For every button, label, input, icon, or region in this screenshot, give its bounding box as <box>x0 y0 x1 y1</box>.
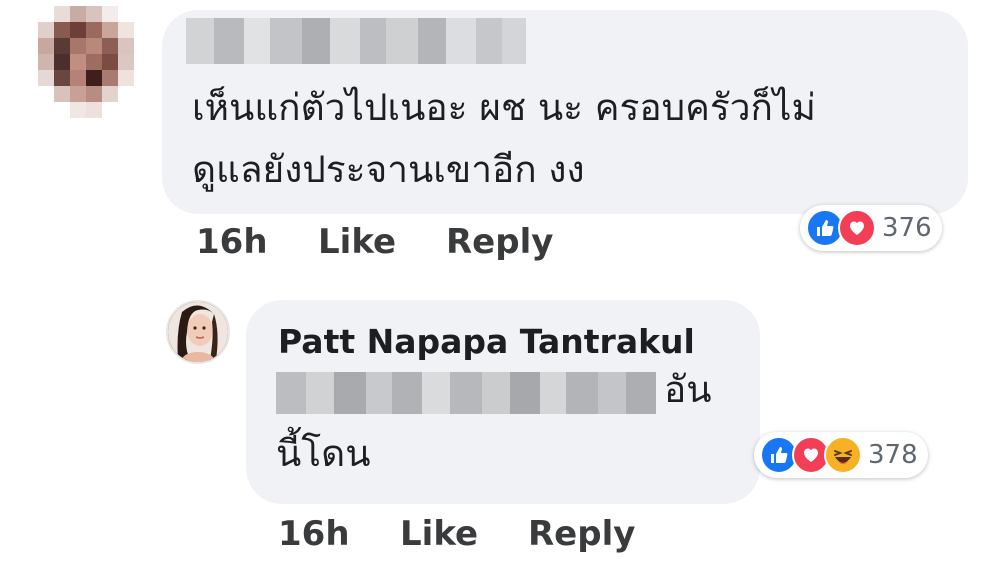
comment-text-line: เห็นแก่ตัวไปเนอะ ผช นะ ครอบครัวก็ไม่ <box>192 86 816 129</box>
reaction-summary[interactable]: 378 <box>754 432 928 478</box>
comment-text-line: นี้โดน <box>276 432 371 475</box>
reaction-count: 376 <box>882 213 932 243</box>
avatar-patt[interactable] <box>166 300 230 364</box>
comment-author[interactable]: Patt Napapa Tantrakul <box>278 322 695 361</box>
like-button[interactable]: Like <box>400 514 478 554</box>
haha-icon <box>824 436 862 474</box>
comment-text-line: อัน <box>664 368 712 411</box>
like-button[interactable]: Like <box>318 222 396 262</box>
comment-timestamp[interactable]: 16h <box>196 222 268 262</box>
comment-text-redacted <box>276 372 656 414</box>
comment-timestamp[interactable]: 16h <box>278 514 350 554</box>
author-name-redacted <box>186 18 526 64</box>
comment-text-line: ดูแลยังประจานเขาอีก งง <box>192 148 585 191</box>
reaction-summary[interactable]: 376 <box>800 205 942 251</box>
avatar-pixelated[interactable] <box>22 6 150 134</box>
love-icon <box>838 209 876 247</box>
reaction-count: 378 <box>868 440 918 470</box>
reply-button[interactable]: Reply <box>446 222 553 262</box>
reply-button[interactable]: Reply <box>528 514 635 554</box>
